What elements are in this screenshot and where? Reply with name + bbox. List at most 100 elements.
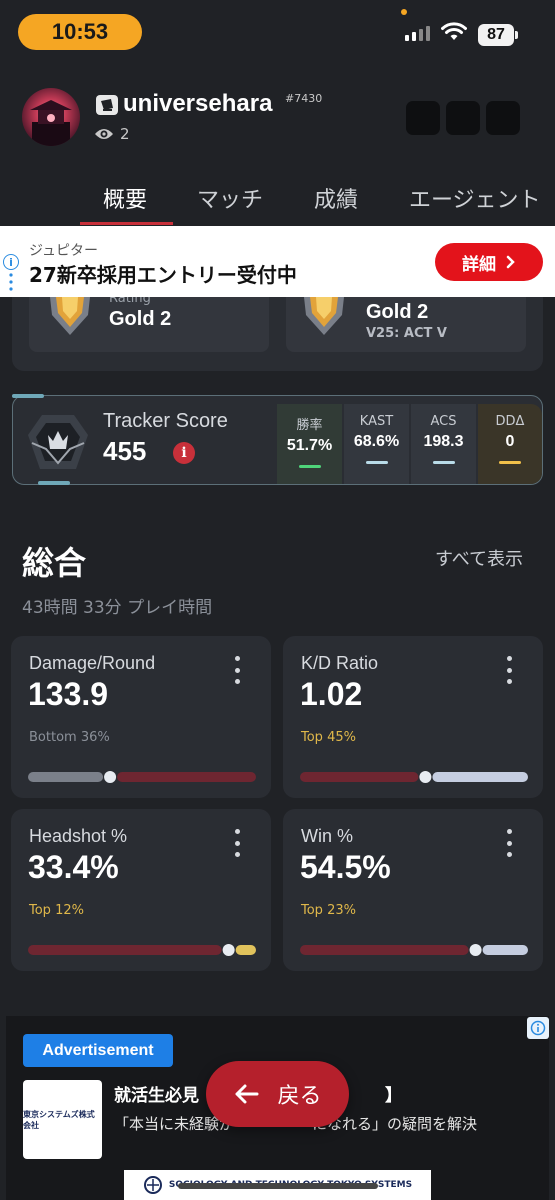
ad-info-icon[interactable]: i bbox=[3, 254, 19, 270]
card-percentile: Top 12% bbox=[29, 903, 84, 918]
user-tag: #7430 bbox=[285, 92, 323, 105]
tab-overview[interactable]: 概要 bbox=[103, 182, 147, 214]
view-count: 2 bbox=[120, 125, 130, 143]
tab-performance[interactable]: 成績 bbox=[314, 182, 358, 214]
percentile-bar-right bbox=[482, 945, 528, 955]
stat-acs: ACS 198.3 bbox=[411, 404, 476, 484]
stat-indicator bbox=[365, 461, 388, 464]
card-value: 33.4% bbox=[28, 849, 119, 885]
percentile-marker bbox=[419, 771, 432, 783]
home-indicator bbox=[178, 1183, 378, 1189]
back-button[interactable]: 戻る bbox=[206, 1061, 349, 1127]
percentile-marker bbox=[104, 771, 117, 783]
ad-title: 27新卒採用エントリー受付中 bbox=[29, 263, 297, 287]
stat-card-damage-round[interactable]: Damage/Round 133.9 Bottom 36% bbox=[11, 636, 271, 798]
camera-indicator bbox=[401, 9, 407, 15]
advertisement-tag: Advertisement bbox=[23, 1034, 173, 1067]
stat-value: 51.7% bbox=[286, 437, 333, 454]
playtime: 43時間 33分 プレイ時間 bbox=[22, 598, 213, 618]
stat-card-headshot[interactable]: Headshot % 33.4% Top 12% bbox=[11, 809, 271, 971]
percentile-bar-graphic bbox=[28, 771, 256, 783]
percentile-marker bbox=[469, 944, 482, 956]
percentile-bar-left bbox=[300, 945, 469, 955]
avatar[interactable] bbox=[22, 88, 80, 146]
tracker-score-label: Tracker Score bbox=[103, 410, 228, 432]
stat-card-kd-ratio[interactable]: K/D Ratio 1.02 Top 45% bbox=[283, 636, 543, 798]
ad-headline-end: 】 bbox=[385, 1086, 402, 1106]
battery-tip bbox=[515, 31, 518, 39]
more-vertical-icon[interactable] bbox=[229, 656, 245, 684]
back-button-label: 戻る bbox=[277, 1084, 322, 1109]
card-value: 54.5% bbox=[300, 849, 391, 885]
company-emblem-icon bbox=[143, 1176, 162, 1194]
battery-level: 87 bbox=[478, 24, 514, 46]
stat-indicator bbox=[298, 465, 321, 468]
cellular-signal-icon bbox=[405, 26, 430, 41]
percentile-bar-left bbox=[28, 772, 104, 782]
eye-icon bbox=[95, 129, 113, 139]
percentile-bar bbox=[300, 941, 528, 956]
stat-label: DDΔ bbox=[495, 414, 525, 429]
card-percentile: Top 45% bbox=[301, 730, 356, 745]
more-vertical-icon[interactable] bbox=[501, 829, 517, 857]
tracker-score-value: 455 bbox=[103, 436, 147, 466]
percentile-bar-left bbox=[300, 772, 419, 782]
tab-bar: 概要 マッチ 成績 エージェント bbox=[0, 174, 555, 226]
action-button-2[interactable] bbox=[446, 101, 480, 135]
stat-card-win-pct[interactable]: Win % 54.5% Top 23% bbox=[283, 809, 543, 971]
screen: { "status": { "time": "10:53", "battery"… bbox=[0, 0, 555, 1200]
stat-label: 勝率 bbox=[296, 418, 323, 433]
tracker-score-logo-icon bbox=[28, 415, 88, 469]
ad-headline-start: 就活生必見 bbox=[114, 1086, 199, 1106]
stat-indicator bbox=[499, 461, 521, 464]
percentile-bar-right bbox=[235, 945, 256, 955]
percentile-bar bbox=[28, 941, 256, 956]
action-button-1[interactable] bbox=[406, 101, 440, 135]
stat-win-rate: 勝率 51.7% bbox=[277, 404, 342, 484]
card-value: 1.02 bbox=[300, 676, 363, 712]
gold-rank-icon bbox=[50, 297, 90, 335]
card-percentile: Bottom 36% bbox=[29, 730, 110, 745]
action-button-3[interactable] bbox=[486, 101, 520, 135]
percentile-bar-graphic bbox=[300, 771, 528, 783]
stat-value: 198.3 bbox=[423, 433, 464, 450]
card-title: Win % bbox=[301, 826, 354, 846]
card-value: 133.9 bbox=[28, 676, 109, 712]
tab-matches[interactable]: マッチ bbox=[197, 182, 263, 214]
card-percentile: Top 23% bbox=[301, 903, 356, 918]
tab-agents[interactable]: エージェント bbox=[409, 182, 541, 214]
ad-brand: ジュピター bbox=[29, 243, 99, 259]
ad-details-button[interactable]: 詳細 bbox=[435, 243, 543, 281]
more-vertical-icon[interactable] bbox=[229, 829, 245, 857]
view-all-link[interactable]: すべて表示 bbox=[435, 545, 523, 571]
ad-info-icon[interactable] bbox=[527, 1017, 549, 1039]
corner-accent bbox=[12, 394, 44, 398]
stat-dd-delta: DDΔ 0 bbox=[478, 404, 542, 484]
overview-title: 総合 bbox=[22, 544, 87, 582]
percentile-bar-right bbox=[117, 772, 256, 782]
status-bar: 10:53 87 bbox=[0, 0, 555, 64]
tracker-info-icon[interactable]: i bbox=[173, 442, 195, 464]
stat-value: 68.6% bbox=[353, 433, 400, 450]
advertiser-logo-text: 東京システムズ株式会社 bbox=[23, 1109, 95, 1130]
wifi-icon bbox=[441, 22, 467, 40]
stat-value: 0 bbox=[505, 433, 515, 450]
chevron-right-icon bbox=[506, 255, 515, 269]
gold-rank-peak-icon bbox=[304, 297, 344, 335]
percentile-bar-left bbox=[28, 945, 222, 955]
advertiser-logo[interactable]: 東京システムズ株式会社 bbox=[23, 1080, 102, 1159]
rank-peak-act: V25: ACT V bbox=[366, 326, 447, 341]
card-title: Headshot % bbox=[29, 826, 128, 846]
rank-peak-value: Gold 2 bbox=[366, 301, 429, 323]
percentile-bar-graphic bbox=[300, 944, 528, 956]
rank-current-value: Gold 2 bbox=[109, 308, 172, 330]
active-tab-indicator bbox=[80, 222, 173, 225]
percentile-bar bbox=[28, 768, 256, 783]
more-dots-icon bbox=[9, 273, 13, 291]
percentile-bar-graphic bbox=[28, 944, 256, 956]
stat-indicator bbox=[432, 461, 455, 464]
more-vertical-icon[interactable] bbox=[501, 656, 517, 684]
ad-banner[interactable]: i ジュピター 27新卒採用エントリー受付中 詳細 bbox=[0, 226, 555, 297]
percentile-marker bbox=[222, 944, 235, 956]
percentile-bar-right bbox=[432, 772, 528, 782]
